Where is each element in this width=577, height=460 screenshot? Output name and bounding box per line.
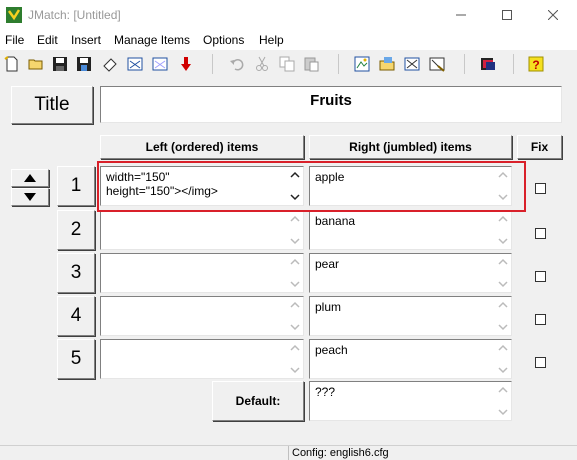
web-page-icon[interactable]: [126, 55, 144, 73]
arrow-down-icon[interactable]: [177, 55, 195, 73]
default-field[interactable]: ???: [309, 381, 512, 421]
fix-checkbox[interactable]: [535, 314, 546, 325]
status-divider: [288, 446, 289, 460]
eraser-icon[interactable]: [101, 55, 119, 73]
row-number-button[interactable]: 2: [57, 210, 95, 250]
scroll-up-icon[interactable]: [498, 300, 508, 310]
title-field[interactable]: Fruits: [100, 86, 562, 123]
right-items-header[interactable]: Right (jumbled) items: [309, 135, 512, 159]
scroll-down-icon[interactable]: [290, 365, 300, 375]
new-file-icon[interactable]: [3, 55, 21, 73]
scroll-up-icon[interactable]: [290, 214, 300, 224]
right-item-field[interactable]: peach: [309, 339, 512, 379]
scroll-up-icon[interactable]: [290, 300, 300, 310]
scroll-down-icon[interactable]: [498, 365, 508, 375]
toolbar-separator: [338, 54, 339, 74]
left-item-field[interactable]: [100, 210, 304, 250]
scroll-down-icon[interactable]: [498, 279, 508, 289]
scroll-up-icon[interactable]: [498, 214, 508, 224]
row-number-button[interactable]: 4: [57, 296, 95, 336]
move-down-button[interactable]: [11, 188, 49, 206]
configure-icon[interactable]: [403, 55, 421, 73]
right-item-field[interactable]: banana: [309, 210, 512, 250]
save-as-icon[interactable]: [75, 55, 93, 73]
left-item-field[interactable]: [100, 253, 304, 293]
maximize-button[interactable]: [484, 0, 530, 30]
fix-checkbox[interactable]: [535, 271, 546, 282]
right-item-text: plum: [315, 300, 342, 314]
right-item-field[interactable]: pear: [309, 253, 512, 293]
scroll-down-icon[interactable]: [498, 236, 508, 246]
window-titlebar: JMatch: [Untitled]: [0, 0, 577, 30]
left-item-field[interactable]: [100, 296, 304, 336]
fix-checkbox[interactable]: [535, 183, 546, 194]
toolbar-separator: [464, 54, 465, 74]
fix-checkbox[interactable]: [535, 228, 546, 239]
window-title: JMatch: [Untitled]: [28, 8, 121, 22]
scroll-down-icon[interactable]: [498, 407, 508, 417]
export-icon[interactable]: [151, 55, 169, 73]
arrow-down-icon: [24, 193, 36, 201]
scroll-up-icon[interactable]: [498, 257, 508, 267]
scroll-up-icon[interactable]: [290, 257, 300, 267]
right-item-text: pear: [315, 257, 340, 271]
scroll-up-icon[interactable]: [498, 343, 508, 353]
scroll-up-icon[interactable]: [290, 343, 300, 353]
left-item-field[interactable]: [100, 339, 304, 379]
title-button-label: Title: [34, 94, 70, 115]
menu-insert[interactable]: Insert: [71, 33, 101, 47]
save-icon[interactable]: [51, 55, 69, 73]
right-item-field[interactable]: plum: [309, 296, 512, 336]
scroll-down-icon[interactable]: [498, 322, 508, 332]
fix-header[interactable]: Fix: [517, 135, 562, 159]
scroll-up-icon[interactable]: [498, 385, 508, 395]
right-item-text: banana: [315, 214, 356, 228]
open-folder-icon[interactable]: [27, 55, 45, 73]
menu-bar: File Edit Insert Manage Items Options He…: [0, 30, 577, 50]
config-edit-icon[interactable]: [428, 55, 446, 73]
toolbar-separator: [513, 54, 514, 74]
scroll-down-icon[interactable]: [290, 279, 300, 289]
minimize-button[interactable]: [438, 0, 484, 30]
close-button[interactable]: [530, 0, 576, 30]
paste-icon[interactable]: [302, 55, 320, 73]
move-up-button[interactable]: [11, 169, 49, 187]
default-button[interactable]: Default:: [212, 381, 304, 421]
undo-icon[interactable]: [228, 55, 246, 73]
dictionary-icon[interactable]: [479, 55, 497, 73]
arrow-up-icon: [24, 174, 36, 182]
svg-text:?: ?: [532, 58, 539, 72]
status-config: Config: english6.cfg: [292, 447, 389, 459]
menu-edit[interactable]: Edit: [37, 33, 58, 47]
left-items-header[interactable]: Left (ordered) items: [100, 135, 304, 159]
image-icon[interactable]: [353, 55, 371, 73]
title-button[interactable]: Title: [11, 86, 93, 124]
cut-icon[interactable]: [253, 55, 271, 73]
status-bar: Config: english6.cfg: [0, 445, 577, 460]
jmatch-app-icon: [6, 7, 22, 23]
fix-checkbox[interactable]: [535, 357, 546, 368]
right-item-text: peach: [315, 343, 348, 357]
title-field-value: Fruits: [310, 92, 352, 109]
row-number-button[interactable]: 3: [57, 253, 95, 293]
toolbar: ?: [0, 50, 577, 78]
menu-manage-items[interactable]: Manage Items: [114, 33, 190, 47]
default-field-text: ???: [315, 385, 336, 399]
row-number-button[interactable]: 1: [57, 166, 95, 206]
scroll-down-icon[interactable]: [290, 236, 300, 246]
highlight-box: [97, 161, 526, 212]
row-number-button[interactable]: 5: [57, 339, 95, 379]
toolbar-separator: [212, 54, 213, 74]
copy-icon[interactable]: [278, 55, 296, 73]
help-icon[interactable]: ?: [527, 55, 545, 73]
folder-image-icon[interactable]: [378, 55, 396, 73]
menu-file[interactable]: File: [5, 33, 24, 47]
scroll-down-icon[interactable]: [290, 322, 300, 332]
menu-help[interactable]: Help: [259, 33, 284, 47]
menu-options[interactable]: Options: [203, 33, 244, 47]
